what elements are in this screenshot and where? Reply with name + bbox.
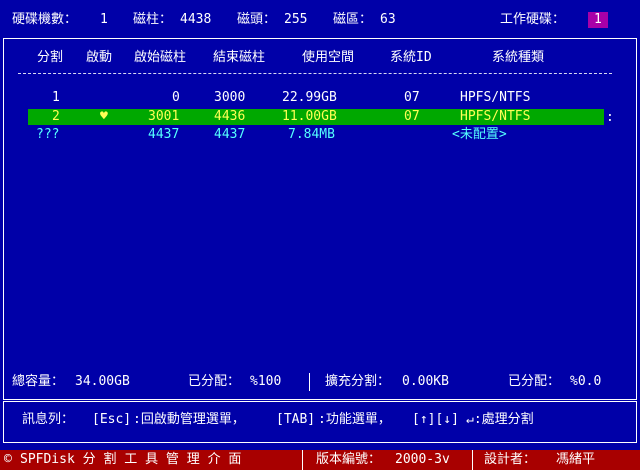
enter-hint-text: ↵:處理分割 bbox=[466, 412, 534, 427]
cell-system-id: 07 bbox=[404, 90, 420, 105]
col-header-end-cyl: 結束磁柱 bbox=[213, 50, 266, 65]
cell-system-type: HPFS/NTFS bbox=[460, 90, 531, 105]
bottom-status-bar: © SPFDisk 分 割 工 具 管 理 介 面 版本編號： 2000-3v … bbox=[0, 450, 640, 470]
arrow-keys-hint[interactable]: [↑][↓] bbox=[412, 412, 459, 428]
cell-partition: 2 bbox=[52, 109, 60, 124]
designer-value: 馮緒平 bbox=[556, 452, 596, 467]
allocated-value: %100 bbox=[250, 374, 282, 389]
product-title: SPFDisk 分 割 工 具 管 理 介 面 bbox=[20, 452, 242, 467]
total-capacity-value: 34.00GB bbox=[75, 374, 130, 389]
table-row-free[interactable]: ??? 4437 4437 7.84MB <未配置> bbox=[24, 127, 604, 143]
heads-value: 255 bbox=[284, 12, 308, 27]
col-header-system-id: 系統ID bbox=[390, 50, 432, 65]
cell-end: 4436 bbox=[214, 109, 246, 124]
cell-partition: 1 bbox=[52, 90, 60, 105]
bottom-divider-2 bbox=[472, 450, 473, 470]
table-row-selected[interactable]: 2 ♥ 3001 4436 11.00GB 07 HPFS/NTFS bbox=[28, 109, 604, 125]
sectors-value: 63 bbox=[380, 12, 396, 27]
cell-size: 11.00GB bbox=[282, 109, 337, 124]
allocated-label: 已分配： bbox=[188, 374, 241, 389]
cell-end: 3000 bbox=[214, 90, 246, 105]
cell-system-id: 07 bbox=[404, 109, 420, 124]
tab-key-hint[interactable]: [TAB] bbox=[276, 412, 315, 428]
cell-start: 3001 bbox=[148, 109, 180, 124]
ext-allocated-label: 已分配： bbox=[508, 374, 561, 389]
col-header-system-type: 系統種類 bbox=[492, 50, 545, 65]
heads-label: 磁頭： bbox=[237, 12, 277, 27]
version-label: 版本編號： bbox=[316, 452, 382, 467]
cell-start: 0 bbox=[172, 90, 180, 105]
selection-marker: : bbox=[606, 110, 614, 125]
cell-end: 4437 bbox=[214, 127, 246, 142]
disk-count: 1 bbox=[100, 12, 108, 27]
tab-hint-text: :功能選單， bbox=[318, 412, 391, 427]
boot-heart-icon: ♥ bbox=[100, 109, 108, 124]
extended-partition-label: 擴充分割： bbox=[325, 374, 391, 389]
ext-allocated-value: %0.0 bbox=[570, 374, 602, 389]
col-header-start-cyl: 啟始磁柱 bbox=[134, 50, 187, 65]
col-header-size: 使用空間 bbox=[302, 50, 355, 65]
header-separator bbox=[18, 73, 612, 74]
cell-partition: ??? bbox=[36, 127, 60, 142]
table-row[interactable]: 1 0 3000 22.99GB 07 HPFS/NTFS bbox=[24, 90, 604, 106]
cell-size: 22.99GB bbox=[282, 90, 337, 105]
cell-system-type: <未配置> bbox=[452, 127, 507, 142]
message-label: 訊息列： bbox=[22, 412, 75, 427]
cylinders-value: 4438 bbox=[180, 12, 212, 27]
extended-partition-value: 0.00KB bbox=[402, 374, 449, 389]
logo-icon: © bbox=[4, 452, 12, 467]
working-disk-badge[interactable]: 1 bbox=[588, 12, 608, 28]
status-divider bbox=[309, 373, 310, 391]
cell-system-type: HPFS/NTFS bbox=[460, 109, 531, 124]
designer-label: 設計者： bbox=[484, 452, 537, 467]
esc-hint-text: :回啟動管理選單， bbox=[133, 412, 245, 427]
bottom-divider-1 bbox=[302, 450, 303, 470]
cell-start: 4437 bbox=[148, 127, 180, 142]
col-header-partition: 分割 bbox=[37, 50, 64, 65]
cell-size: 7.84MB bbox=[288, 127, 335, 142]
col-header-boot: 啟動 bbox=[86, 50, 113, 65]
cylinders-label: 磁柱： bbox=[133, 12, 173, 27]
sectors-label: 磁區： bbox=[333, 12, 373, 27]
disk-count-label: 硬碟機數： bbox=[12, 12, 78, 27]
total-capacity-label: 總容量： bbox=[12, 374, 65, 389]
esc-key-hint[interactable]: [Esc] bbox=[92, 412, 131, 428]
working-disk-label: 工作硬碟： bbox=[500, 12, 566, 27]
version-value: 2000-3v bbox=[395, 452, 450, 467]
